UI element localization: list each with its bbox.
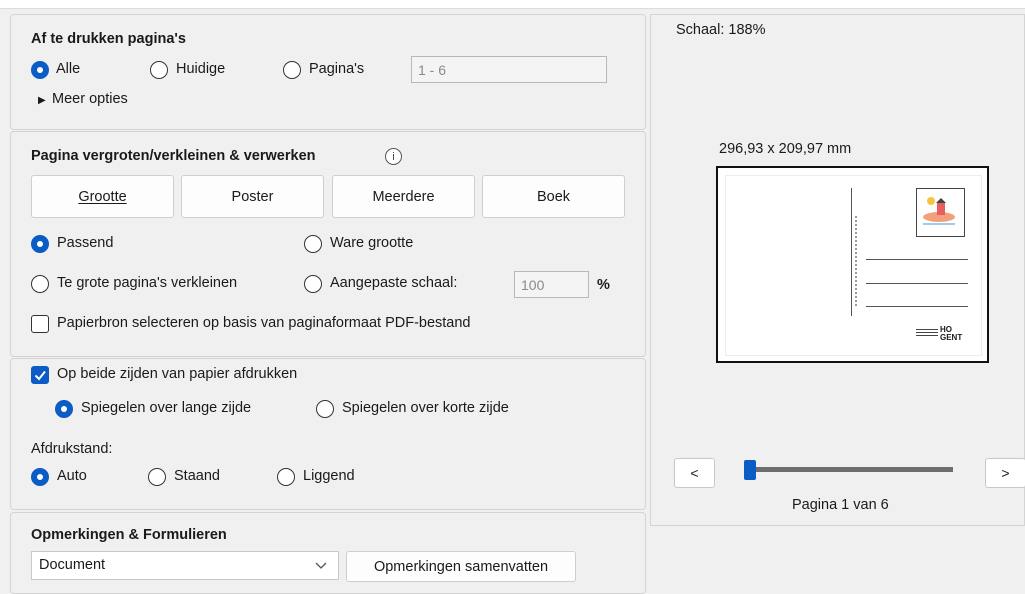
paper-source-checkbox[interactable] <box>31 315 49 333</box>
postcard: HO GENT <box>725 175 982 356</box>
radio-custom-scale-label: Aangepaste schaal: <box>330 275 458 291</box>
address-line-3 <box>866 306 968 307</box>
radio-flip-short[interactable] <box>316 400 334 418</box>
radio-fit-label: Passend <box>57 235 114 251</box>
address-line-2 <box>866 283 968 284</box>
page-status: Pagina 1 van 6 <box>792 497 889 513</box>
radio-huidige[interactable] <box>150 61 168 79</box>
chevron-down-icon <box>315 562 327 569</box>
pages-title: Af te drukken pagina's <box>31 31 186 47</box>
radio-shrink-label: Te grote pagina's verkleinen <box>57 275 238 291</box>
booklet-button[interactable]: Boek <box>482 175 625 218</box>
expand-arrow-icon[interactable]: ▶ <box>38 95 46 106</box>
radio-alle-label: Alle <box>56 61 81 77</box>
comments-title: Opmerkingen & Formulieren <box>31 527 227 543</box>
postcard-divider <box>851 188 852 316</box>
radio-custom-scale[interactable] <box>304 275 322 293</box>
radio-fit[interactable] <box>31 235 49 253</box>
radio-portrait-label: Staand <box>174 468 220 484</box>
radio-huidige-label: Huidige <box>176 61 226 77</box>
radio-flip-long[interactable] <box>55 400 73 418</box>
preview-dimensions: 296,93 x 209,97 mm <box>719 141 852 157</box>
more-options-link[interactable]: Meer opties <box>52 91 128 107</box>
radio-landscape[interactable] <box>277 468 295 486</box>
poster-button[interactable]: Poster <box>181 175 324 218</box>
radio-paginas-label: Pagina's <box>309 61 365 77</box>
radio-shrink[interactable] <box>31 275 49 293</box>
radio-portrait[interactable] <box>148 468 166 486</box>
radio-landscape-label: Liggend <box>303 468 355 484</box>
next-page-button[interactable]: > <box>985 458 1025 488</box>
top-divider <box>0 8 1025 9</box>
percent-sign: % <box>597 277 610 293</box>
radio-flip-long-label: Spiegelen over lange zijde <box>81 400 252 416</box>
previous-page-button[interactable]: < <box>674 458 715 488</box>
duplex-label: Op beide zijden van papier afdrukken <box>57 366 298 382</box>
multiple-button[interactable]: Meerdere <box>332 175 475 218</box>
checkmark-icon <box>34 370 46 381</box>
radio-paginas[interactable] <box>283 61 301 79</box>
radio-auto-label: Auto <box>57 468 87 484</box>
radio-alle[interactable] <box>31 61 49 79</box>
radio-auto[interactable] <box>31 468 49 486</box>
orientation-label: Afdrukstand: <box>31 441 113 457</box>
stamp-illustration-icon <box>923 197 955 225</box>
preview-scale: Schaal: 188% <box>676 22 766 38</box>
page-preview: HO GENT <box>716 166 989 363</box>
page-range-field[interactable]: 1 - 6 <box>411 56 607 83</box>
logo-small-text <box>916 329 938 338</box>
top-strip <box>0 0 1025 8</box>
radio-actual-size-label: Ware grootte <box>330 235 414 251</box>
custom-scale-field[interactable]: 100 <box>514 271 589 298</box>
page-slider-thumb[interactable] <box>744 460 756 480</box>
address-line-1 <box>866 259 968 260</box>
paper-source-label: Papierbron selecteren op basis van pagin… <box>57 315 471 331</box>
page-slider-track[interactable] <box>748 467 953 472</box>
size-button-label: Grootte <box>78 188 127 205</box>
radio-flip-short-label: Spiegelen over korte zijde <box>342 400 509 416</box>
stamp-image <box>916 188 965 237</box>
comments-select-value: Document <box>39 557 106 573</box>
comments-select[interactable]: Document <box>31 551 339 580</box>
radio-actual-size[interactable] <box>304 235 322 253</box>
postcard-vertical-text <box>855 216 857 306</box>
info-icon[interactable]: i <box>385 148 402 165</box>
size-button[interactable]: Grootte <box>31 175 174 218</box>
hogent-logo: HO GENT <box>940 325 963 342</box>
scale-title: Pagina vergroten/verkleinen & verwerken <box>31 148 316 164</box>
summarize-comments-button[interactable]: Opmerkingen samenvatten <box>346 551 576 582</box>
duplex-checkbox[interactable] <box>31 366 49 384</box>
